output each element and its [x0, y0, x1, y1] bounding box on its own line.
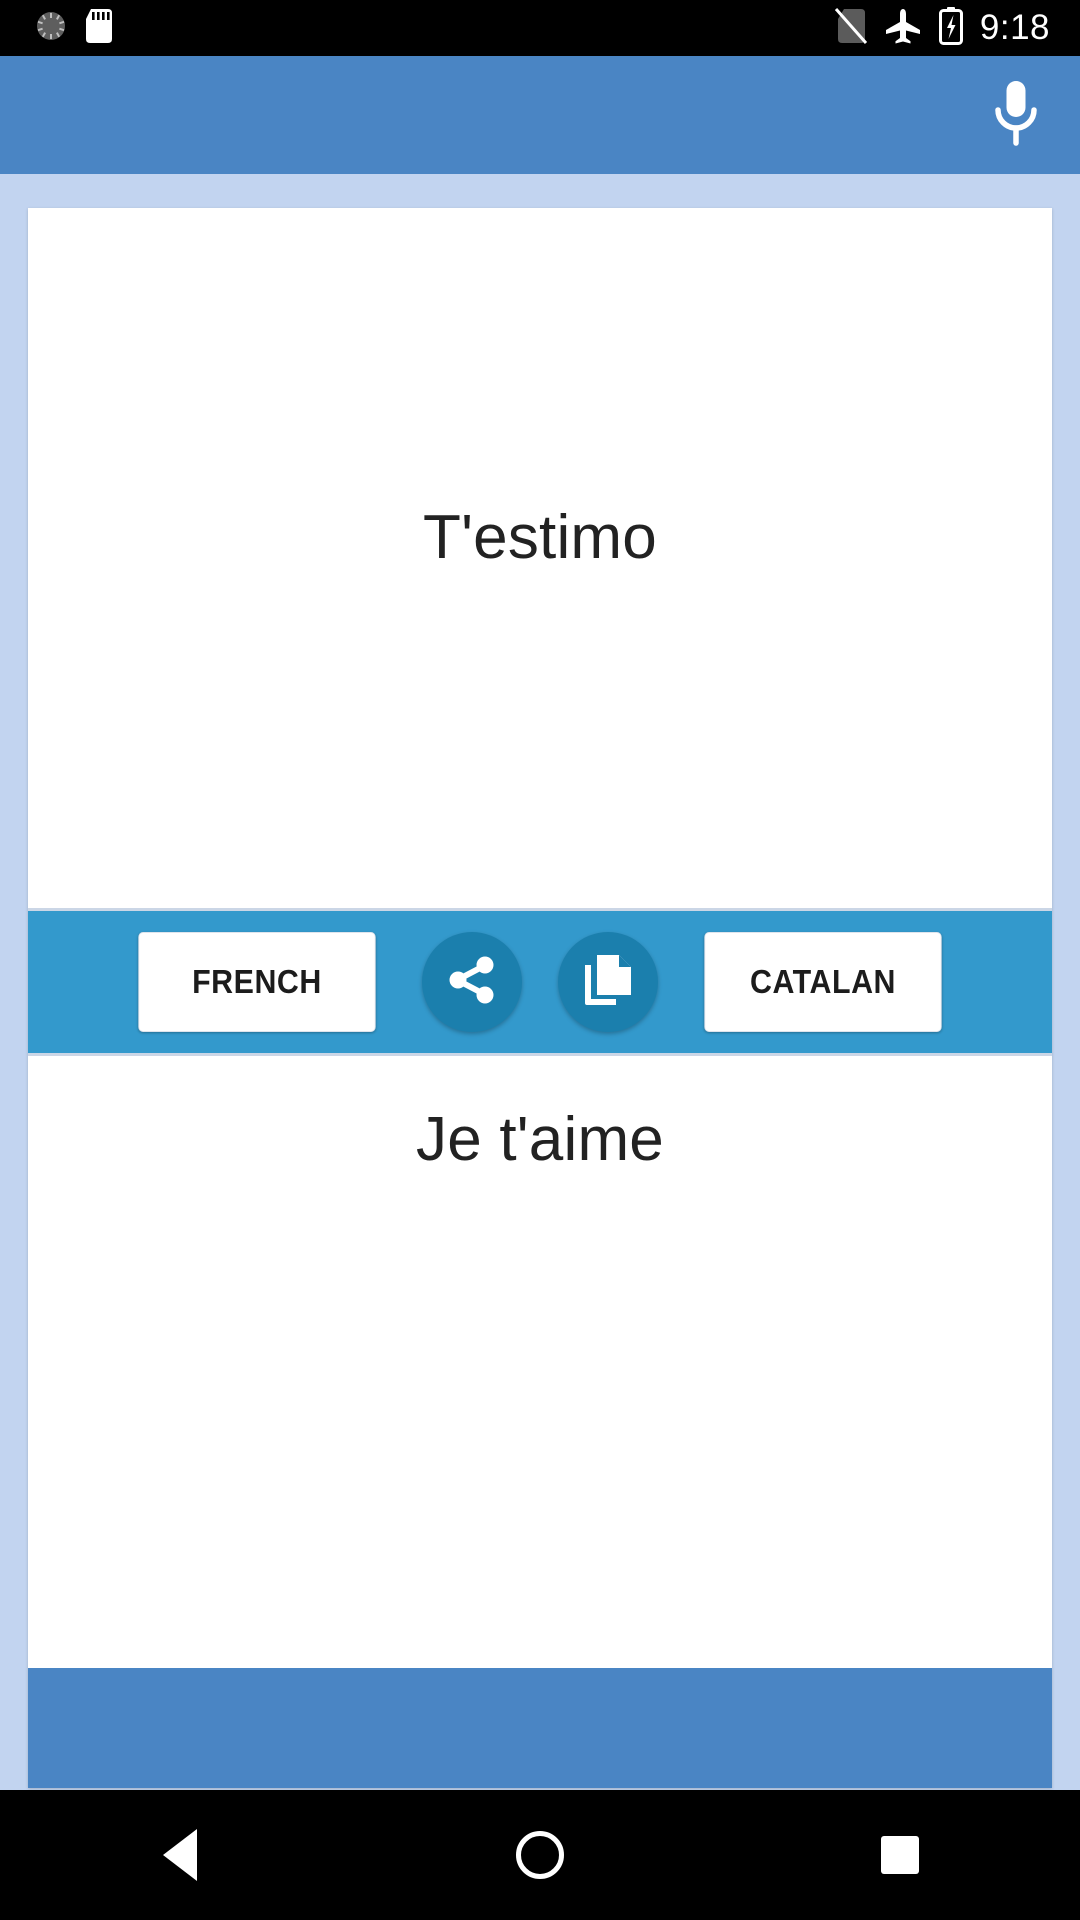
- battery-charging-icon: [938, 6, 963, 50]
- source-language-button[interactable]: FRENCH: [138, 932, 376, 1032]
- status-bar-left-icons: [0, 8, 112, 48]
- android-navigation-bar: [0, 1790, 1080, 1920]
- share-button[interactable]: [422, 932, 522, 1032]
- copy-icon: [582, 953, 634, 1012]
- nav-home-button[interactable]: [450, 1790, 630, 1920]
- action-toolbar: FRENCH CATALAN: [28, 908, 1052, 1056]
- recents-square-icon: [881, 1836, 919, 1874]
- page-body: T'estimo FRENCH CATALAN Je t'aime: [0, 174, 1080, 1790]
- share-icon: [445, 953, 499, 1012]
- source-text: T'estimo: [423, 503, 657, 572]
- back-triangle-icon: [163, 1829, 197, 1881]
- status-bar-clock: 9:18: [979, 7, 1050, 47]
- nav-recents-button[interactable]: [810, 1790, 990, 1920]
- copy-button[interactable]: [558, 932, 658, 1032]
- target-text-pane[interactable]: Je t'aime: [28, 1056, 1052, 1668]
- voice-input-button[interactable]: [968, 67, 1064, 163]
- translation-card: T'estimo FRENCH CATALAN Je t'aime: [28, 208, 1052, 1788]
- airplane-mode-icon: [884, 7, 922, 50]
- microphone-icon: [988, 77, 1044, 154]
- target-text: Je t'aime: [416, 1105, 664, 1174]
- home-circle-icon: [516, 1831, 564, 1879]
- dnd-dial-icon: [34, 9, 68, 48]
- nav-back-button[interactable]: [90, 1790, 270, 1920]
- sd-card-icon: [86, 8, 112, 48]
- status-bar-right-icons: 9:18: [834, 6, 1080, 50]
- status-bar: 9:18: [0, 0, 1080, 56]
- phone-screen: 9:18 T'estimo FRENCH CATALAN Je t'aime: [0, 0, 1080, 1920]
- app-bar: [0, 56, 1080, 174]
- card-bottom-band: [28, 1668, 1052, 1788]
- source-text-pane[interactable]: T'estimo: [28, 208, 1052, 908]
- no-sim-icon: [834, 7, 867, 49]
- target-language-button[interactable]: CATALAN: [704, 932, 942, 1032]
